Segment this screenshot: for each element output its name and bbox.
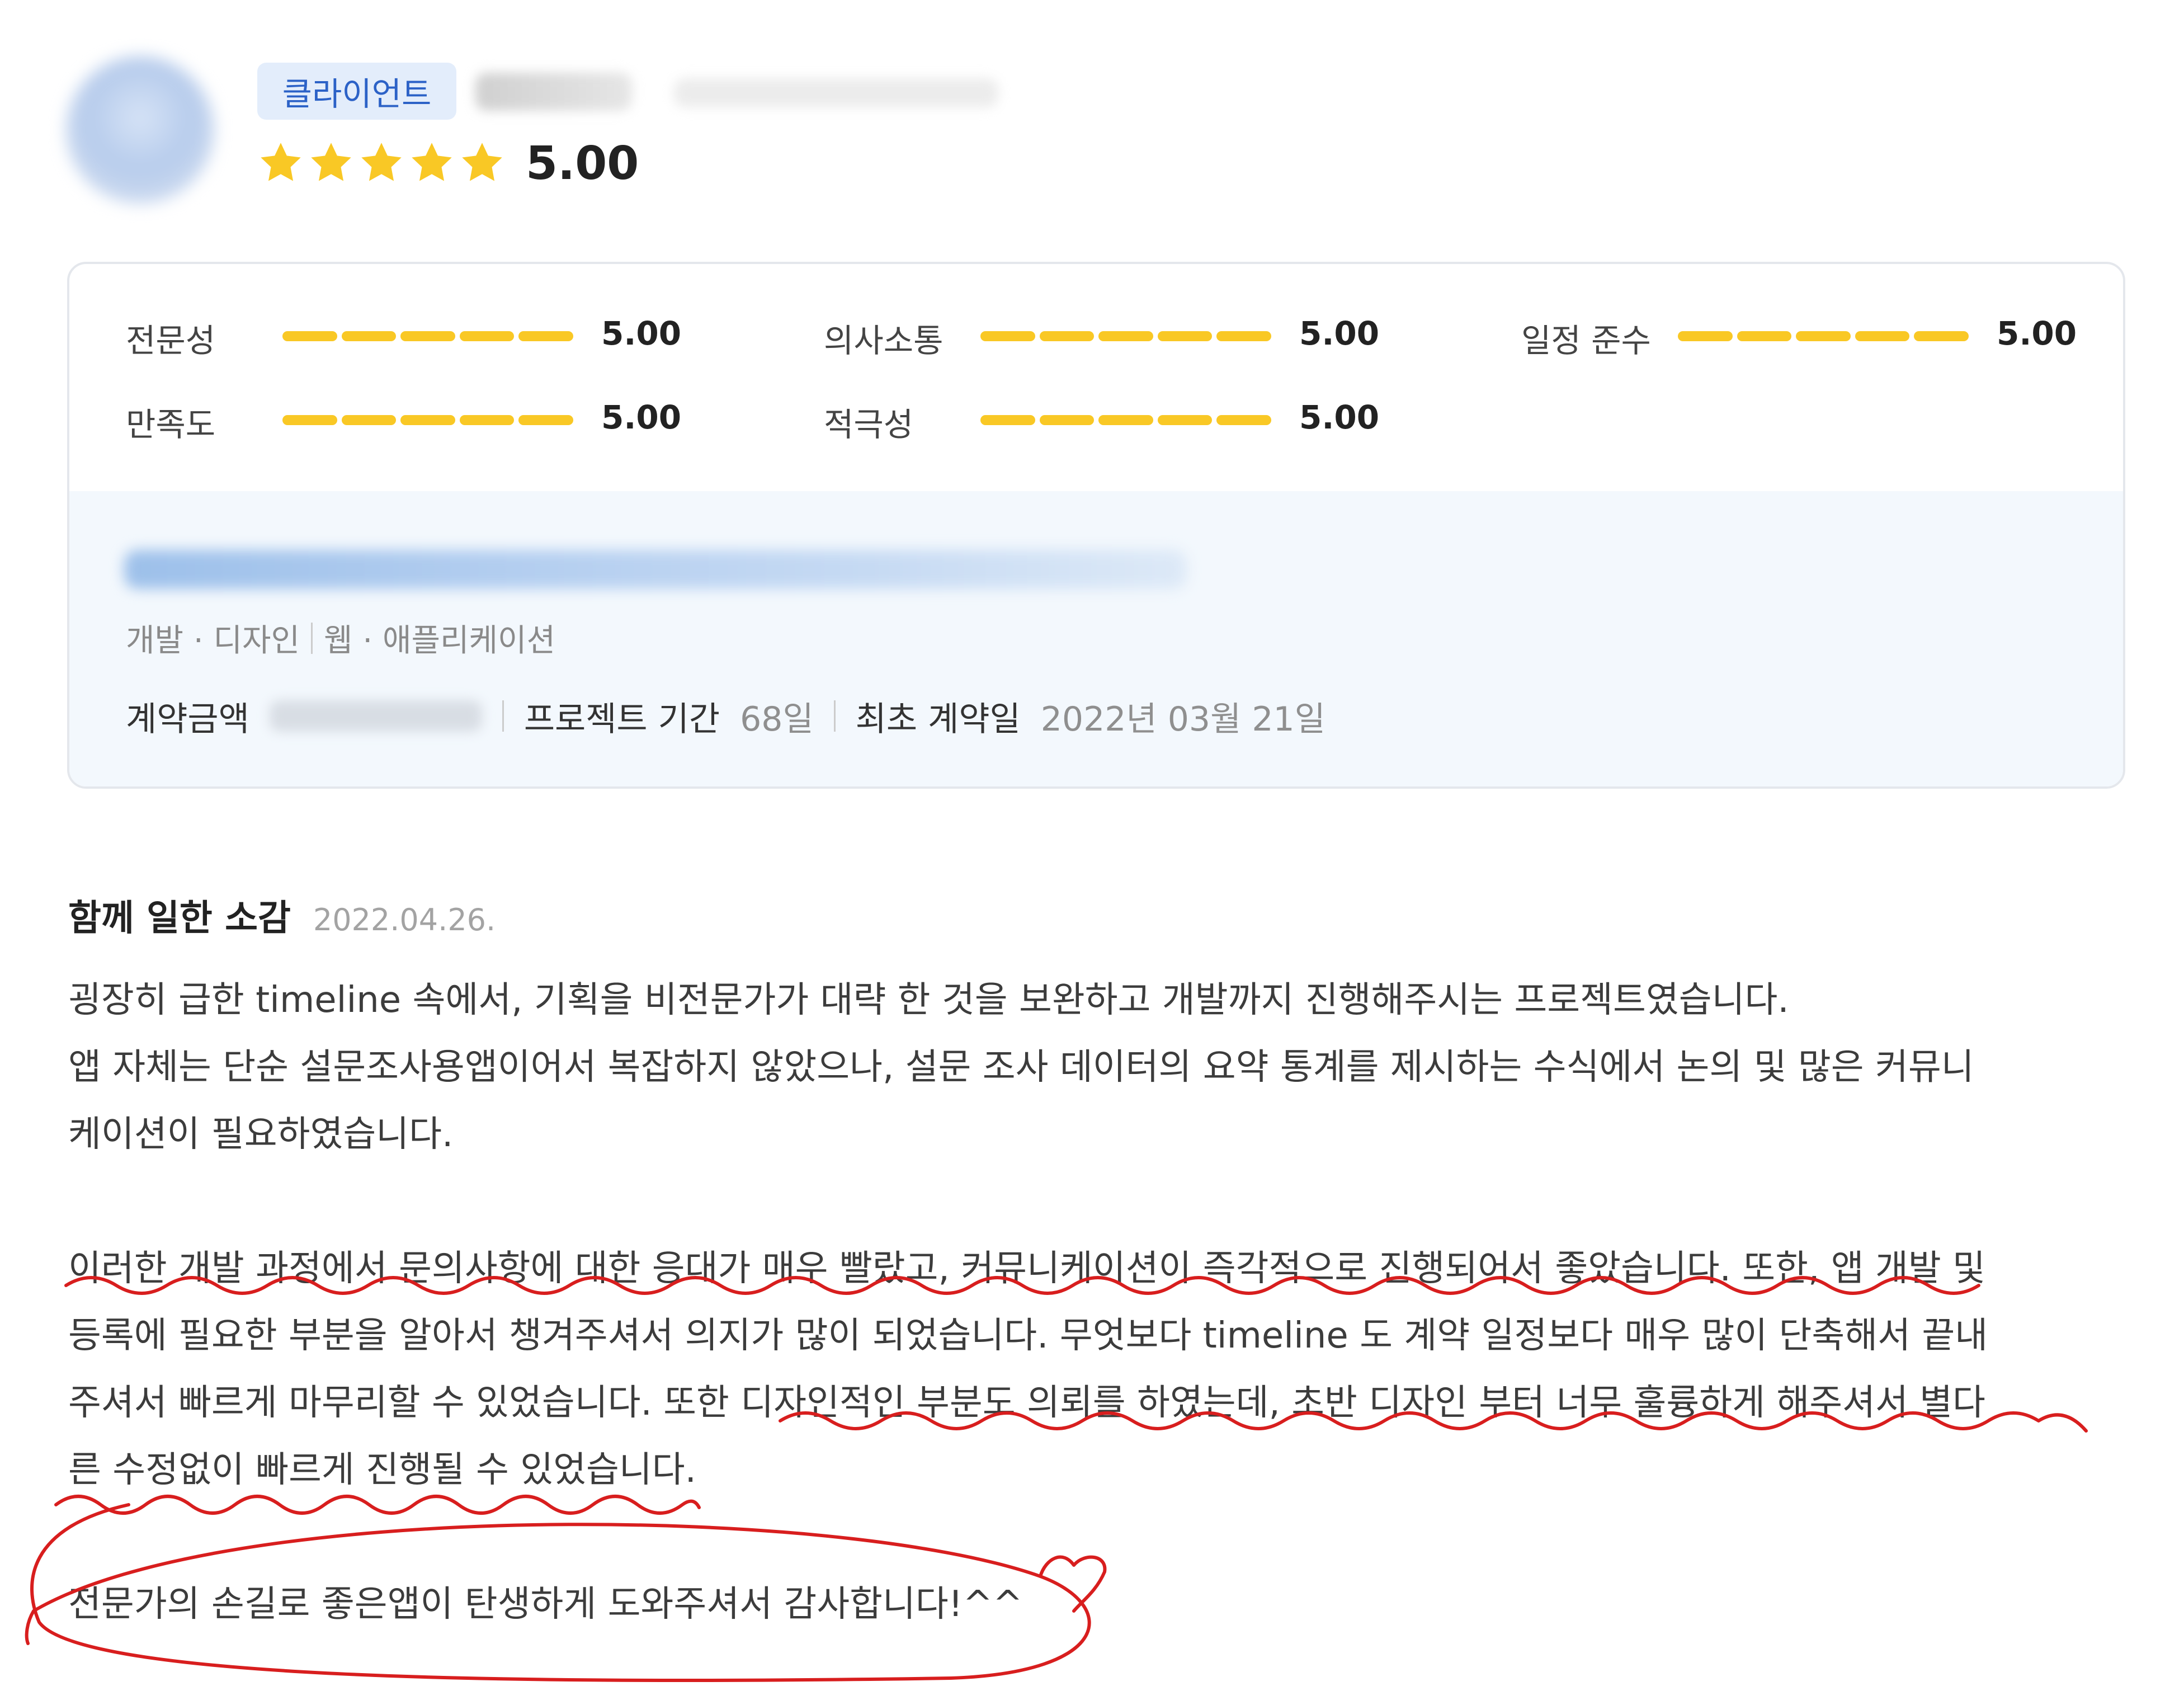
category-primary: 개발 · 디자인 — [126, 623, 300, 659]
metric-bar-satisfaction — [282, 415, 573, 425]
contract-date-label: 최초 계약일 — [855, 699, 1021, 739]
metric-bar-expertise — [282, 331, 573, 341]
star-icon — [412, 143, 452, 181]
review-header: 함께 일한 소감 2022.04.26. — [68, 889, 496, 941]
star-rating — [257, 138, 506, 188]
project-title-blurred[interactable] — [124, 550, 1187, 589]
contract-divider — [833, 700, 836, 732]
review-line: 이러한 개발 과정에서 문의사항에 대한 응대가 매우 빨랐고, 커뮤니케이션이… — [68, 1248, 1985, 1289]
project-category: 개발 · 디자인 웹 · 애플리케이션 — [126, 615, 555, 661]
period-label: 프로젝트 기간 — [523, 699, 720, 739]
star-icon — [462, 143, 502, 181]
review-title: 함께 일한 소감 — [68, 898, 291, 939]
amount-value-blurred — [269, 700, 482, 732]
review-line: 른 수정없이 빠르게 진행될 수 있었습니다. — [68, 1449, 697, 1491]
contract-info: 계약금액 프로젝트 기간 68일 최초 계약일 2022년 03월 21일 — [126, 694, 1326, 739]
metric-bar-proactiveness — [980, 415, 1271, 425]
metric-bar-communication — [980, 331, 1271, 341]
star-icon — [361, 143, 402, 181]
star-icon — [311, 143, 351, 181]
metric-label-communication: 의사소통 — [824, 322, 944, 360]
category-secondary: 웹 · 애플리케이션 — [324, 623, 556, 659]
review-line: 앱 자체는 단순 설문조사용앱이어서 복잡하지 않았으나, 설문 조사 데이터의… — [68, 1047, 1974, 1088]
metric-value-communication: 5.00 — [1299, 314, 1380, 352]
review-line: 주셔서 빠르게 마무리할 수 있었습니다. 또한 디자인적인 부분도 의뢰를 하… — [68, 1382, 1985, 1424]
client-id-blurred — [674, 78, 998, 107]
period-value: 68일 — [740, 699, 814, 739]
client-badge: 클라이언트 — [257, 63, 456, 120]
review-line: 굉장히 급한 timeline 속에서, 기획을 비전문가가 대략 한 것을 보… — [68, 979, 1789, 1021]
metric-value-proactiveness: 5.00 — [1299, 398, 1380, 436]
metric-label-expertise: 전문성 — [126, 322, 216, 360]
metric-label-satisfaction: 만족도 — [126, 406, 216, 444]
metric-value-expertise: 5.00 — [601, 314, 682, 352]
review-line: 전문가의 손길로 좋은앱이 탄생하게 도와주셔서 감사합니다!^^ — [68, 1584, 1023, 1625]
client-avatar — [66, 56, 214, 204]
overall-rating: 5.00 — [526, 137, 639, 190]
star-icon — [261, 143, 301, 181]
contract-divider — [502, 700, 504, 732]
review-date: 2022.04.26. — [313, 902, 496, 938]
metric-bar-schedule — [1678, 331, 1969, 341]
metric-value-satisfaction: 5.00 — [601, 398, 682, 436]
metric-label-proactiveness: 적극성 — [824, 406, 914, 444]
review-line: 케이션이 필요하였습니다. — [68, 1114, 454, 1155]
review-line: 등록에 필요한 부분을 알아서 챙겨주셔서 의지가 많이 되었습니다. 무엇보다… — [68, 1315, 1988, 1356]
amount-label: 계약금액 — [126, 699, 249, 739]
contract-date-value: 2022년 03월 21일 — [1040, 699, 1326, 739]
metric-label-schedule: 일정 준수 — [1521, 322, 1651, 360]
review-text: 굉장히 급한 timeline 속에서, 기획을 비전문가가 대략 한 것을 보… — [68, 967, 2126, 1638]
metric-value-schedule: 5.00 — [1997, 314, 2077, 352]
client-name-blurred — [475, 73, 632, 111]
category-divider — [311, 622, 313, 654]
